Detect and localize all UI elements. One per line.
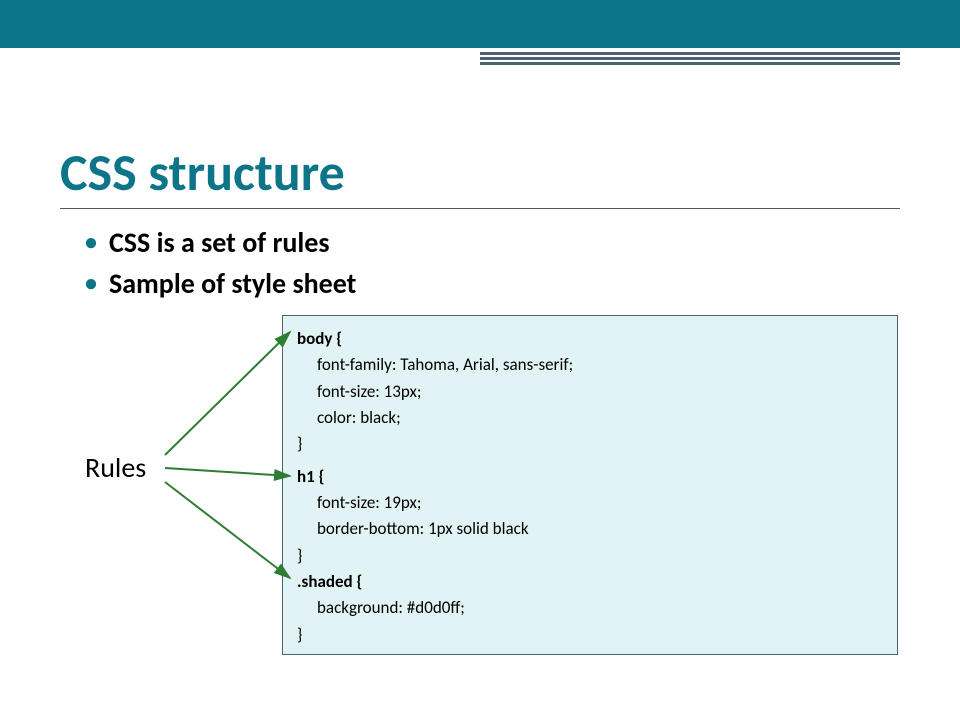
bullet-icon: • [85,231,97,255]
rules-label: Rules [85,450,146,485]
code-prop: border-bottom: 1px solid black [297,516,883,542]
bullet-item: • Sample of style sheet [85,266,356,301]
decorative-rule-lines [480,52,900,65]
code-prop: font-size: 19px; [297,490,883,516]
slide-title: CSS structure [60,140,900,209]
code-prop: background: #d0d0ff; [297,595,883,621]
top-accent-bar [0,0,960,48]
code-close: } [297,543,883,569]
code-close: } [297,431,883,457]
bullet-text: CSS is a set of rules [109,225,330,260]
code-prop: font-family: Tahoma, Arial, sans-serif; [297,352,883,378]
arrow-icon [165,468,290,476]
arrow-icon [165,332,290,455]
bullet-list: • CSS is a set of rules • Sample of styl… [85,225,356,307]
code-prop: color: black; [297,405,883,431]
code-selector: .shaded { [297,569,883,595]
code-sample-box: body { font-family: Tahoma, Arial, sans-… [282,315,898,655]
code-selector: body { [297,326,883,352]
code-selector: h1 { [297,464,883,490]
bullet-icon: • [85,272,97,296]
bullet-text: Sample of style sheet [109,266,356,301]
arrow-icon [165,482,290,578]
bullet-item: • CSS is a set of rules [85,225,356,260]
code-close: } [297,622,883,648]
code-prop: font-size: 13px; [297,379,883,405]
